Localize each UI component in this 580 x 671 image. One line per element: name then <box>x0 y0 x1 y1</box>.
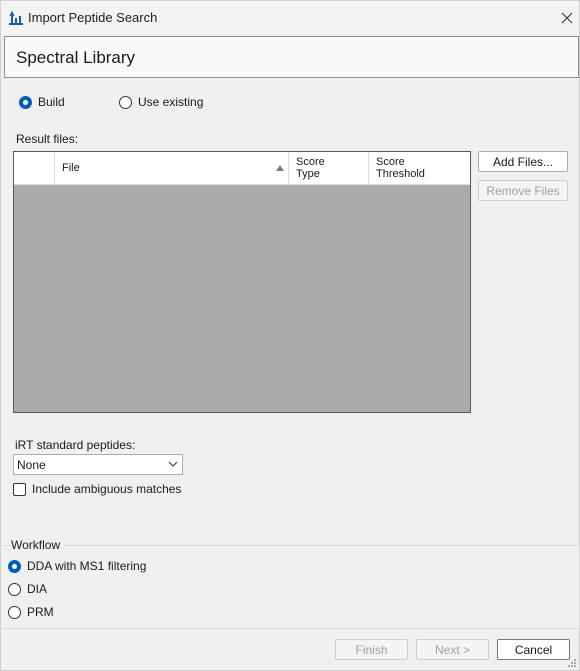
irt-standard-select[interactable]: None <box>13 454 183 475</box>
remove-files-button[interactable]: Remove Files <box>478 180 568 201</box>
radio-indicator <box>8 605 21 619</box>
score-threshold-column-header[interactable]: Score Threshold <box>369 152 470 185</box>
dia-radio[interactable]: DIA <box>8 582 47 596</box>
window-title: Import Peptide Search <box>28 10 158 25</box>
workflow-group <box>2 545 580 629</box>
title-bar: Import Peptide Search <box>1 1 579 34</box>
row-header-column[interactable] <box>14 152 55 185</box>
result-files-grid[interactable]: File Score Type Score Threshold <box>13 151 471 413</box>
resize-grip-icon[interactable] <box>567 658 577 668</box>
dialog-window: Import Peptide Search Spectral Library B… <box>0 0 580 671</box>
page-title: Spectral Library <box>16 48 136 67</box>
sort-ascending-icon <box>276 165 284 171</box>
dda-label: DDA with MS1 filtering <box>27 559 147 573</box>
score-type-column-label: Score Type <box>296 156 325 180</box>
add-files-button[interactable]: Add Files... <box>478 151 568 172</box>
skyline-app-icon <box>9 10 23 25</box>
use-existing-radio[interactable]: Use existing <box>119 95 203 109</box>
dia-label: DIA <box>27 582 48 596</box>
close-icon <box>561 12 573 24</box>
file-column-label: File <box>62 162 80 174</box>
page-header: Spectral Library <box>4 36 579 78</box>
workflow-title: Workflow <box>11 538 65 552</box>
next-button[interactable]: Next > <box>416 639 489 660</box>
file-column-header[interactable]: File <box>55 152 289 185</box>
build-label: Build <box>38 95 65 109</box>
close-button[interactable] <box>557 9 577 27</box>
radio-indicator <box>8 582 21 596</box>
chevron-down-icon <box>168 461 178 467</box>
build-radio[interactable]: Build <box>19 95 65 109</box>
radio-indicator <box>8 559 21 573</box>
include-ambiguous-checkbox[interactable]: Include ambiguous matches <box>13 482 181 496</box>
radio-indicator <box>19 95 32 109</box>
dda-radio[interactable]: DDA with MS1 filtering <box>8 559 146 573</box>
cancel-button[interactable]: Cancel <box>497 639 570 660</box>
prm-radio[interactable]: PRM <box>8 605 54 619</box>
score-type-column-header[interactable]: Score Type <box>289 152 369 185</box>
checkbox-box <box>13 482 26 496</box>
irt-label: iRT standard peptides: <box>15 438 136 452</box>
finish-button[interactable]: Finish <box>335 639 408 660</box>
grid-header: File Score Type Score Threshold <box>14 152 470 185</box>
radio-indicator <box>119 95 132 109</box>
score-threshold-column-label: Score Threshold <box>376 156 425 180</box>
include-ambiguous-label: Include ambiguous matches <box>32 482 182 496</box>
use-existing-label: Use existing <box>138 95 204 109</box>
irt-selected-value: None <box>17 458 46 472</box>
prm-label: PRM <box>27 605 54 619</box>
result-files-label: Result files: <box>16 132 79 146</box>
